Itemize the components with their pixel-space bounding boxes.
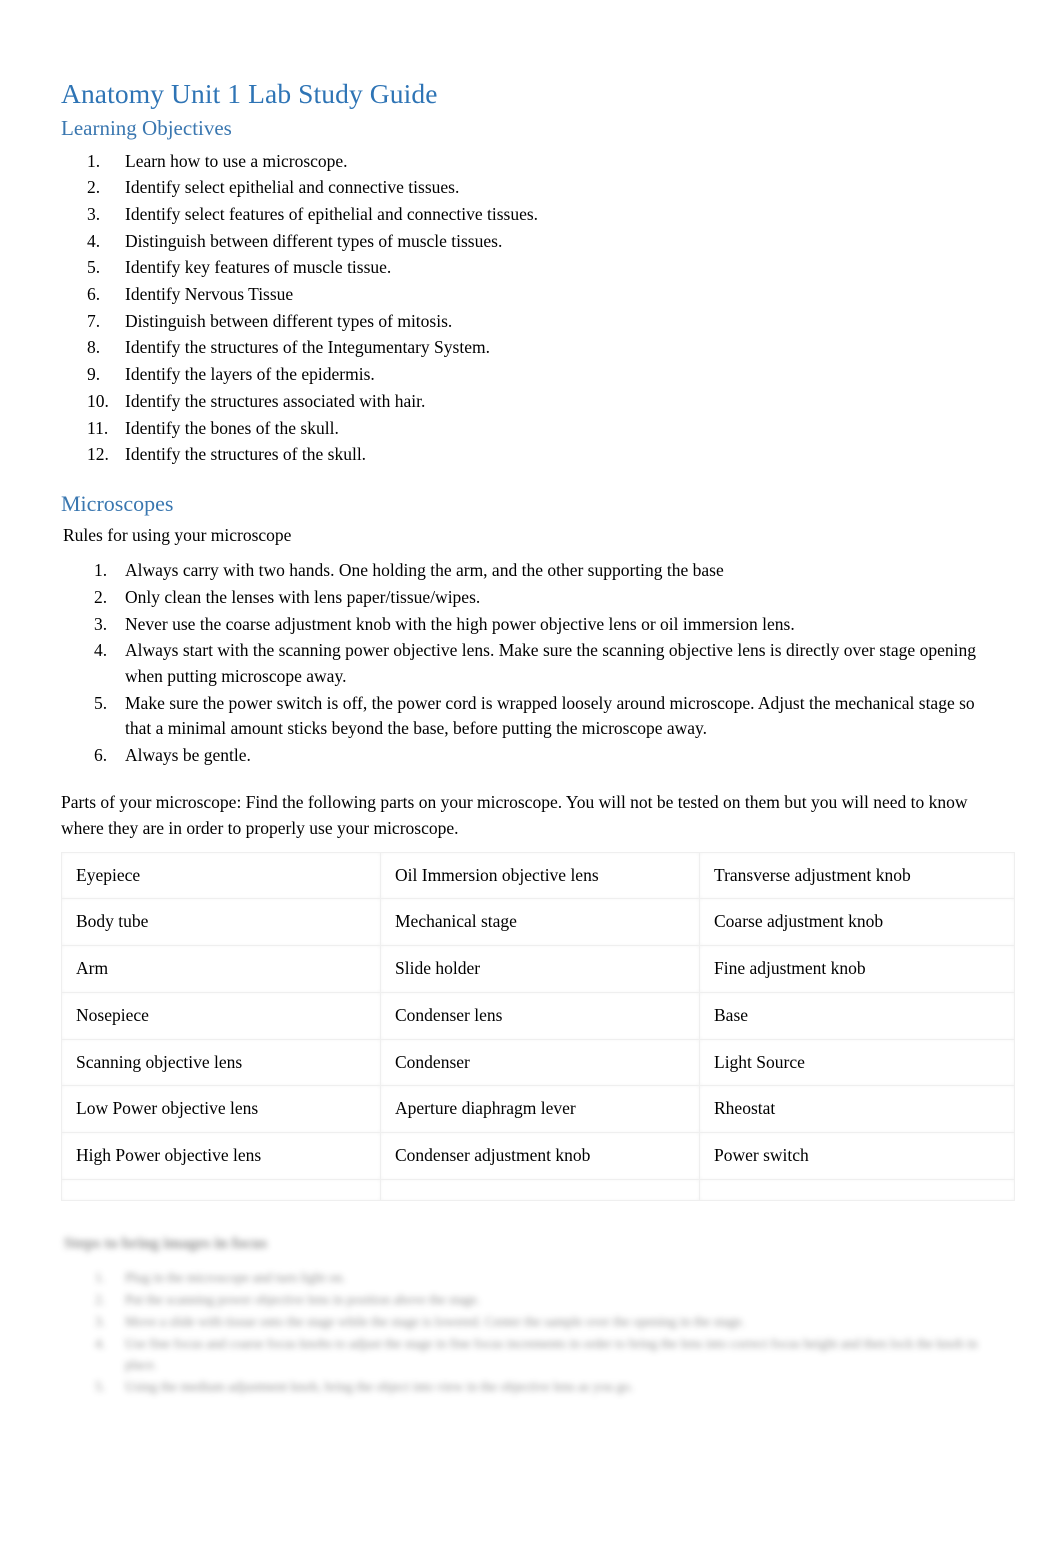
table-cell: Nosepiece bbox=[61, 991, 381, 1040]
section-heading-microscopes: Microscopes bbox=[61, 491, 174, 517]
list-item: Distinguish between different types of m… bbox=[87, 229, 503, 254]
table-row-filler bbox=[61, 1178, 1015, 1201]
obscured-section-heading: Steps to bring images in focus bbox=[64, 1234, 268, 1252]
parts-intro-text: Parts of your microscope: Find the follo… bbox=[61, 792, 968, 838]
page-title: Anatomy Unit 1 Lab Study Guide bbox=[61, 78, 438, 109]
table-cell: Low Power objective lens bbox=[61, 1085, 381, 1134]
list-item: Identify select features of epithelial a… bbox=[87, 202, 539, 227]
rules-intro-text: Rules for using your microscope bbox=[63, 524, 292, 545]
microscope-parts-table-wrapper: Eyepiece Oil Immersion objective lens Tr… bbox=[61, 851, 1015, 1201]
table-cell: Slide holder bbox=[380, 945, 700, 993]
list-item: Identify the structures of the Integumen… bbox=[87, 335, 490, 360]
section-heading-learning-objectives: Learning Objectives bbox=[61, 116, 232, 141]
obscured-section: Steps to bring images in focus Plug in t… bbox=[61, 1235, 1001, 1398]
table-cell: Power switch bbox=[699, 1132, 1015, 1180]
table-row: Low Power objective lens Aperture diaphr… bbox=[61, 1085, 1015, 1134]
obscured-steps-list: Plug in the microscope and turn light on… bbox=[61, 1267, 1001, 1398]
table-row: Scanning objective lens Condenser Light … bbox=[61, 1038, 1015, 1087]
table-cell bbox=[380, 1178, 700, 1201]
list-item: Never use the coarse adjustment knob wit… bbox=[94, 612, 795, 638]
table-cell: Mechanical stage bbox=[380, 898, 700, 947]
list-item: Identify the bones of the skull. bbox=[87, 416, 339, 441]
list-item: Using the medium adjustment knob, bring … bbox=[95, 1376, 634, 1398]
table-cell bbox=[699, 1178, 1015, 1201]
list-item: Only clean the lenses with lens paper/ti… bbox=[94, 585, 481, 611]
list-item: Put the scanning power objective lens in… bbox=[95, 1289, 481, 1311]
table-row: Body tube Mechanical stage Coarse adjust… bbox=[61, 898, 1015, 947]
list-item: Identify Nervous Tissue bbox=[87, 282, 294, 307]
list-item: Learn how to use a microscope. bbox=[87, 149, 348, 174]
table-cell: Aperture diaphragm lever bbox=[380, 1085, 700, 1134]
table-cell: Transverse adjustment knob bbox=[699, 851, 1015, 900]
table-cell bbox=[61, 1178, 381, 1201]
table-cell: Eyepiece bbox=[61, 851, 381, 900]
list-item: Always be gentle. bbox=[94, 743, 251, 769]
list-item: Make sure the power switch is off, the p… bbox=[94, 691, 975, 739]
list-item: Identify the structures of the skull. bbox=[87, 442, 367, 467]
list-item: Distinguish between different types of m… bbox=[87, 309, 453, 334]
document-page: Anatomy Unit 1 Lab Study Guide Learning … bbox=[0, 0, 1062, 1561]
table-cell: Body tube bbox=[61, 898, 381, 947]
list-item: Always start with the scanning power obj… bbox=[94, 638, 976, 686]
table-cell: Rheostat bbox=[699, 1085, 1015, 1134]
list-item: Identify the structures associated with … bbox=[87, 389, 426, 414]
table-cell: Condenser lens bbox=[380, 991, 700, 1040]
list-item: Identify the layers of the epidermis. bbox=[87, 362, 375, 387]
list-item: Identify select epithelial and connectiv… bbox=[87, 175, 460, 200]
list-item: Move a slide with tissue onto the stage … bbox=[95, 1311, 745, 1333]
table-cell: Base bbox=[699, 991, 1015, 1040]
microscope-rules-list: Always carry with two hands. One holding… bbox=[61, 558, 1001, 769]
table-cell: Oil Immersion objective lens bbox=[380, 851, 700, 900]
table-cell: Coarse adjustment knob bbox=[699, 898, 1015, 947]
learning-objectives-list: Learn how to use a microscope. Identify … bbox=[61, 149, 1001, 468]
table-row: Eyepiece Oil Immersion objective lens Tr… bbox=[61, 851, 1015, 900]
microscope-parts-table: Eyepiece Oil Immersion objective lens Tr… bbox=[61, 851, 1015, 1201]
table-cell: Condenser bbox=[380, 1038, 700, 1087]
list-item: Identify key features of muscle tissue. bbox=[87, 255, 392, 280]
table-row: Arm Slide holder Fine adjustment knob bbox=[61, 945, 1015, 993]
document-content: Anatomy Unit 1 Lab Study Guide Learning … bbox=[61, 78, 1015, 1398]
table-row: High Power objective lens Condenser adju… bbox=[61, 1132, 1015, 1180]
table-cell: Light Source bbox=[699, 1038, 1015, 1087]
table-cell: High Power objective lens bbox=[61, 1132, 381, 1180]
table-cell: Fine adjustment knob bbox=[699, 945, 1015, 993]
table-row: Nosepiece Condenser lens Base bbox=[61, 991, 1015, 1040]
table-cell: Arm bbox=[61, 945, 381, 993]
table-cell: Scanning objective lens bbox=[61, 1038, 381, 1087]
list-item: Plug in the microscope and turn light on… bbox=[95, 1267, 346, 1289]
list-item: Use fine focus and coarse focus knobs to… bbox=[95, 1333, 978, 1373]
list-item: Always carry with two hands. One holding… bbox=[94, 558, 724, 584]
table-cell: Condenser adjustment knob bbox=[380, 1132, 700, 1180]
